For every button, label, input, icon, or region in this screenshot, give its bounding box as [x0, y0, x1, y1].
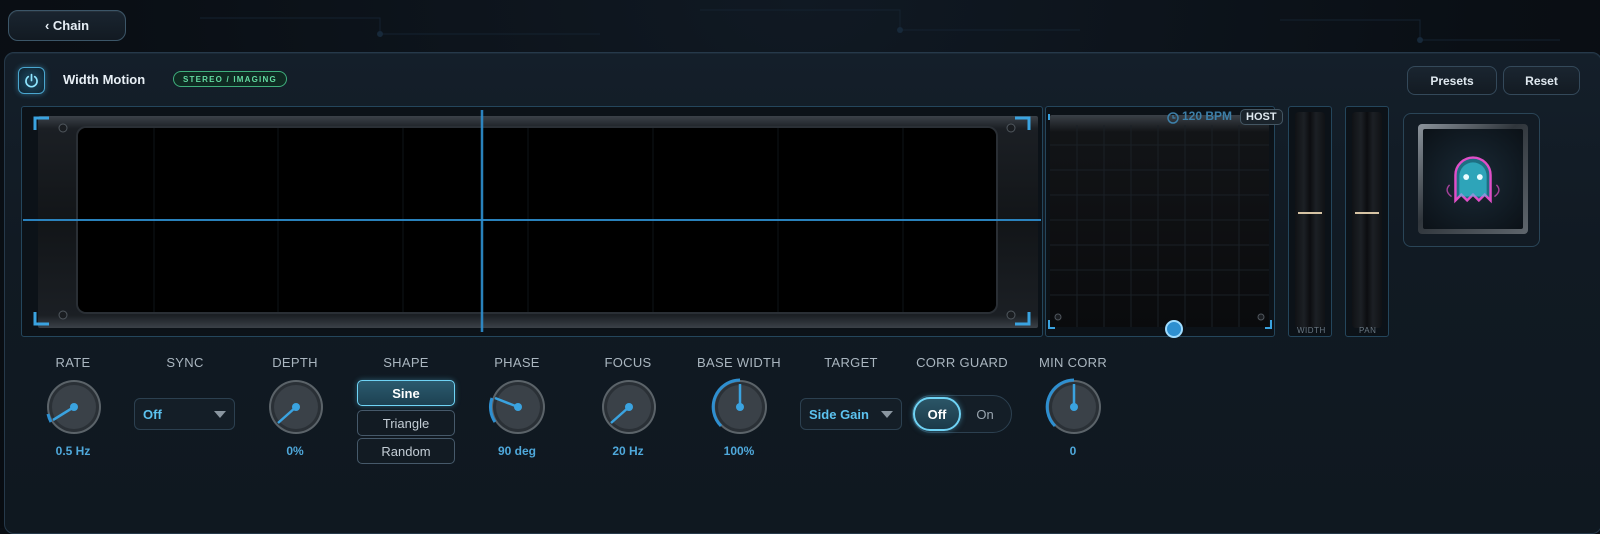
target-dropdown[interactable]: Side Gain — [800, 398, 902, 430]
presets-button[interactable]: Presets — [1407, 66, 1497, 95]
logo-frame — [1418, 124, 1528, 234]
rate-knob[interactable] — [43, 376, 105, 438]
min-corr-value: 0 — [1069, 444, 1077, 458]
pan-meter-label: PAN — [1359, 326, 1377, 335]
sync-label: SYNC — [166, 355, 204, 370]
bpm-readout: 120 BPM — [1182, 109, 1233, 123]
rate-label: RATE — [55, 355, 91, 370]
width-meter-level — [1298, 212, 1322, 214]
shape-option-sine[interactable]: Sine — [357, 380, 455, 406]
back-to-chain-button[interactable]: ‹ Chain — [8, 10, 126, 41]
clock-icon — [1167, 112, 1179, 124]
min-corr-knob[interactable] — [1043, 376, 1105, 438]
shape-label: SHAPE — [383, 355, 429, 370]
depth-label: DEPTH — [272, 355, 318, 370]
shape-option-triangle[interactable]: Triangle — [357, 410, 455, 436]
depth-value: 0% — [286, 444, 304, 458]
phase-label: PHASE — [494, 355, 540, 370]
power-button[interactable] — [18, 67, 45, 94]
focus-value: 20 Hz — [612, 444, 644, 458]
phase-value: 90 deg — [497, 444, 536, 458]
reset-button[interactable]: Reset — [1503, 66, 1580, 95]
chevron-down-icon — [881, 411, 893, 418]
corr-guard-label: CORR GUARD — [916, 355, 1008, 370]
xy-handle[interactable] — [1163, 318, 1185, 340]
scope-overlay — [23, 110, 1041, 332]
focus-knob[interactable] — [598, 376, 660, 438]
target-value: Side Gain — [809, 406, 869, 422]
sync-value: Off — [143, 406, 162, 422]
base-width-knob[interactable] — [709, 376, 771, 438]
target-label: TARGET — [824, 355, 878, 370]
corr-guard-on-button[interactable]: On — [963, 397, 1007, 431]
chevron-down-icon — [214, 411, 226, 418]
focus-label: FOCUS — [604, 355, 652, 370]
category-badge: STEREO / IMAGING — [173, 71, 287, 87]
shape-option-random[interactable]: Random — [357, 438, 455, 464]
xy-overlay — [1048, 114, 1272, 329]
phase-knob[interactable] — [487, 376, 549, 438]
pan-meter-level — [1355, 212, 1379, 214]
sync-dropdown[interactable]: Off — [134, 398, 235, 430]
pan-meter[interactable] — [1352, 112, 1382, 328]
width-meter[interactable] — [1295, 112, 1325, 328]
base-width-value: 100% — [723, 444, 755, 458]
base-width-label: BASE WIDTH — [697, 355, 781, 370]
rate-value: 0.5 Hz — [55, 444, 91, 458]
power-icon — [25, 73, 38, 88]
plugin-title: Width Motion — [63, 72, 146, 87]
ghost-logo-icon — [1446, 156, 1500, 204]
min-corr-label: MIN CORR — [1038, 355, 1108, 370]
corr-guard-off-button[interactable]: Off — [913, 397, 961, 431]
width-meter-label: WIDTH — [1297, 326, 1326, 335]
host-sync-badge[interactable]: HOST — [1240, 109, 1283, 125]
depth-knob[interactable] — [265, 376, 327, 438]
